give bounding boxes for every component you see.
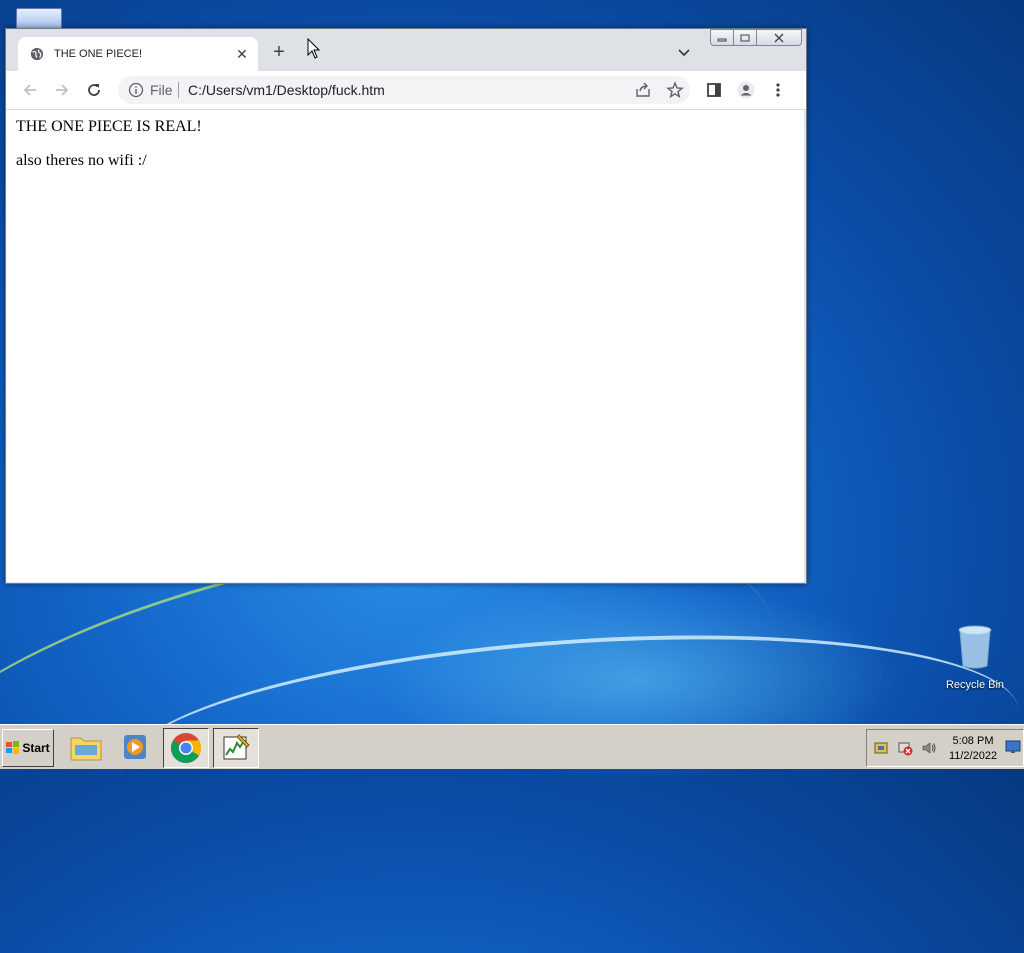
forward-arrow-icon[interactable] xyxy=(53,81,71,99)
minimize-button[interactable] xyxy=(710,29,734,46)
menu-kebab-icon[interactable] xyxy=(769,81,787,99)
taskbar-app-task-manager[interactable] xyxy=(213,728,259,768)
tab-title: THE ONE PIECE! xyxy=(54,48,143,60)
task-manager-icon xyxy=(223,734,250,760)
start-button[interactable]: Start xyxy=(2,729,54,767)
taskbar-clock[interactable]: 5:08 PM 11/2/2022 xyxy=(943,734,1003,764)
taskbar-app-chrome[interactable] xyxy=(163,728,209,768)
minimize-icon xyxy=(717,38,727,41)
reload-icon[interactable] xyxy=(85,81,103,99)
network-disconnected-icon[interactable] xyxy=(897,740,913,756)
action-center-flag-icon[interactable] xyxy=(873,740,889,756)
close-window-button[interactable] xyxy=(757,29,802,46)
side-panel-icon[interactable] xyxy=(705,81,723,99)
share-icon[interactable] xyxy=(634,81,652,99)
address-separator xyxy=(178,82,179,98)
page-text-line: also theres no wifi :/ xyxy=(16,152,147,169)
address-bar[interactable]: File C:/Users/vm1/Desktop/fuck.htm xyxy=(118,76,690,104)
restore-icon xyxy=(740,34,750,41)
page-text-line: THE ONE PIECE IS REAL! xyxy=(16,118,202,135)
bookmark-star-icon[interactable] xyxy=(666,81,684,99)
taskbar: Start 5:08 PM 11/2/2022 xyxy=(0,724,1024,769)
url-text[interactable]: C:/Users/vm1/Desktop/fuck.htm xyxy=(188,82,385,98)
show-desktop-icon[interactable] xyxy=(1005,740,1021,754)
clock-date: 11/2/2022 xyxy=(948,750,998,762)
clock-time: 5:08 PM xyxy=(952,735,994,747)
system-tray: 5:08 PM 11/2/2022 xyxy=(866,729,1024,767)
browser-toolbar: File C:/Users/vm1/Desktop/fuck.htm xyxy=(6,71,806,110)
close-icon xyxy=(774,33,784,42)
globe-icon xyxy=(30,47,44,61)
recycle-bin-label: Recycle Bin xyxy=(945,679,1005,691)
maximize-button[interactable] xyxy=(734,29,757,46)
folder-icon xyxy=(70,737,102,761)
tab-close-icon[interactable]: ✕ xyxy=(234,46,250,62)
mouse-cursor-icon xyxy=(307,38,321,59)
taskbar-app-media-player[interactable] xyxy=(113,728,157,766)
chrome-icon xyxy=(170,733,202,764)
tab-strip: THE ONE PIECE! ✕ + xyxy=(6,29,806,71)
profile-avatar-icon[interactable] xyxy=(737,81,755,99)
media-player-icon xyxy=(124,735,146,759)
recycle-bin-icon xyxy=(958,625,992,669)
window-controls xyxy=(710,29,802,46)
chevron-down-icon[interactable] xyxy=(676,44,692,60)
volume-icon[interactable] xyxy=(921,740,937,756)
scheme-label: File xyxy=(150,82,173,98)
page-content: THE ONE PIECE IS REAL! also theres no wi… xyxy=(6,110,804,582)
info-icon[interactable] xyxy=(128,82,144,98)
start-label: Start xyxy=(22,741,50,755)
back-arrow-icon[interactable] xyxy=(21,81,39,99)
browser-tab[interactable]: THE ONE PIECE! ✕ xyxy=(18,37,258,71)
taskbar-app-file-explorer[interactable] xyxy=(64,728,108,766)
windows-logo-icon xyxy=(6,741,20,754)
new-tab-button[interactable]: + xyxy=(268,41,290,63)
recycle-bin[interactable]: Recycle Bin xyxy=(944,624,1006,691)
browser-window: THE ONE PIECE! ✕ + File C:/Users/vm1/Des… xyxy=(5,28,807,584)
